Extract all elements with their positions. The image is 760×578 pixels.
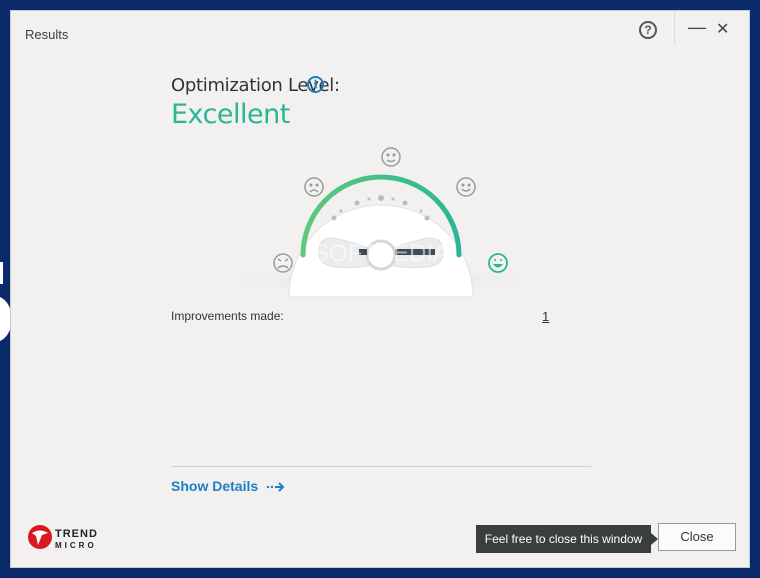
results-window: Results ? — ✕ Optimization Level: i Exce… [10,10,750,568]
optimization-gauge: SOFTPEDIA [216,147,541,298]
gauge-dot [331,215,337,221]
neutral-face-icon [381,147,401,167]
titlebar-separator [674,11,675,45]
gauge-dot [378,195,384,201]
brand-line-1: TREND [55,528,98,540]
minimize-button[interactable]: — [688,17,706,38]
optimization-level-value: Excellent [171,99,290,130]
gauge-dot [339,209,343,213]
show-details-link[interactable]: Show Details [171,478,286,494]
show-details-label: Show Details [171,478,259,494]
close-button[interactable]: Close [658,523,736,551]
info-icon[interactable]: i [307,76,324,93]
watermark-text: SOFTPEDIA [313,240,449,267]
improvements-label: Improvements made: [171,309,284,323]
help-icon[interactable]: ? [639,21,657,39]
gauge-dot [367,197,371,201]
sad-face-icon [304,177,324,197]
gauge-dot [354,200,360,206]
gauge-dot [402,200,408,206]
laughing-face-icon [488,253,508,273]
close-hint-tooltip: Feel free to close this window [476,525,651,553]
brand-name: TREND MICRO [55,528,98,552]
background-edge-mark [0,262,3,284]
gauge-dot [391,197,395,201]
gauge-dot [424,215,430,221]
arrow-right-icon [266,482,285,493]
window-close-icon[interactable]: ✕ [716,19,729,39]
improvements-count-link[interactable]: 1 [542,309,549,324]
smile-face-icon [456,177,476,197]
tooltip-pointer [651,533,658,545]
trend-micro-logo-icon [28,525,52,549]
brand-line-2: MICRO [55,541,97,550]
content-divider [171,466,591,467]
gauge-dot [419,209,423,213]
window-title: Results [25,27,69,42]
